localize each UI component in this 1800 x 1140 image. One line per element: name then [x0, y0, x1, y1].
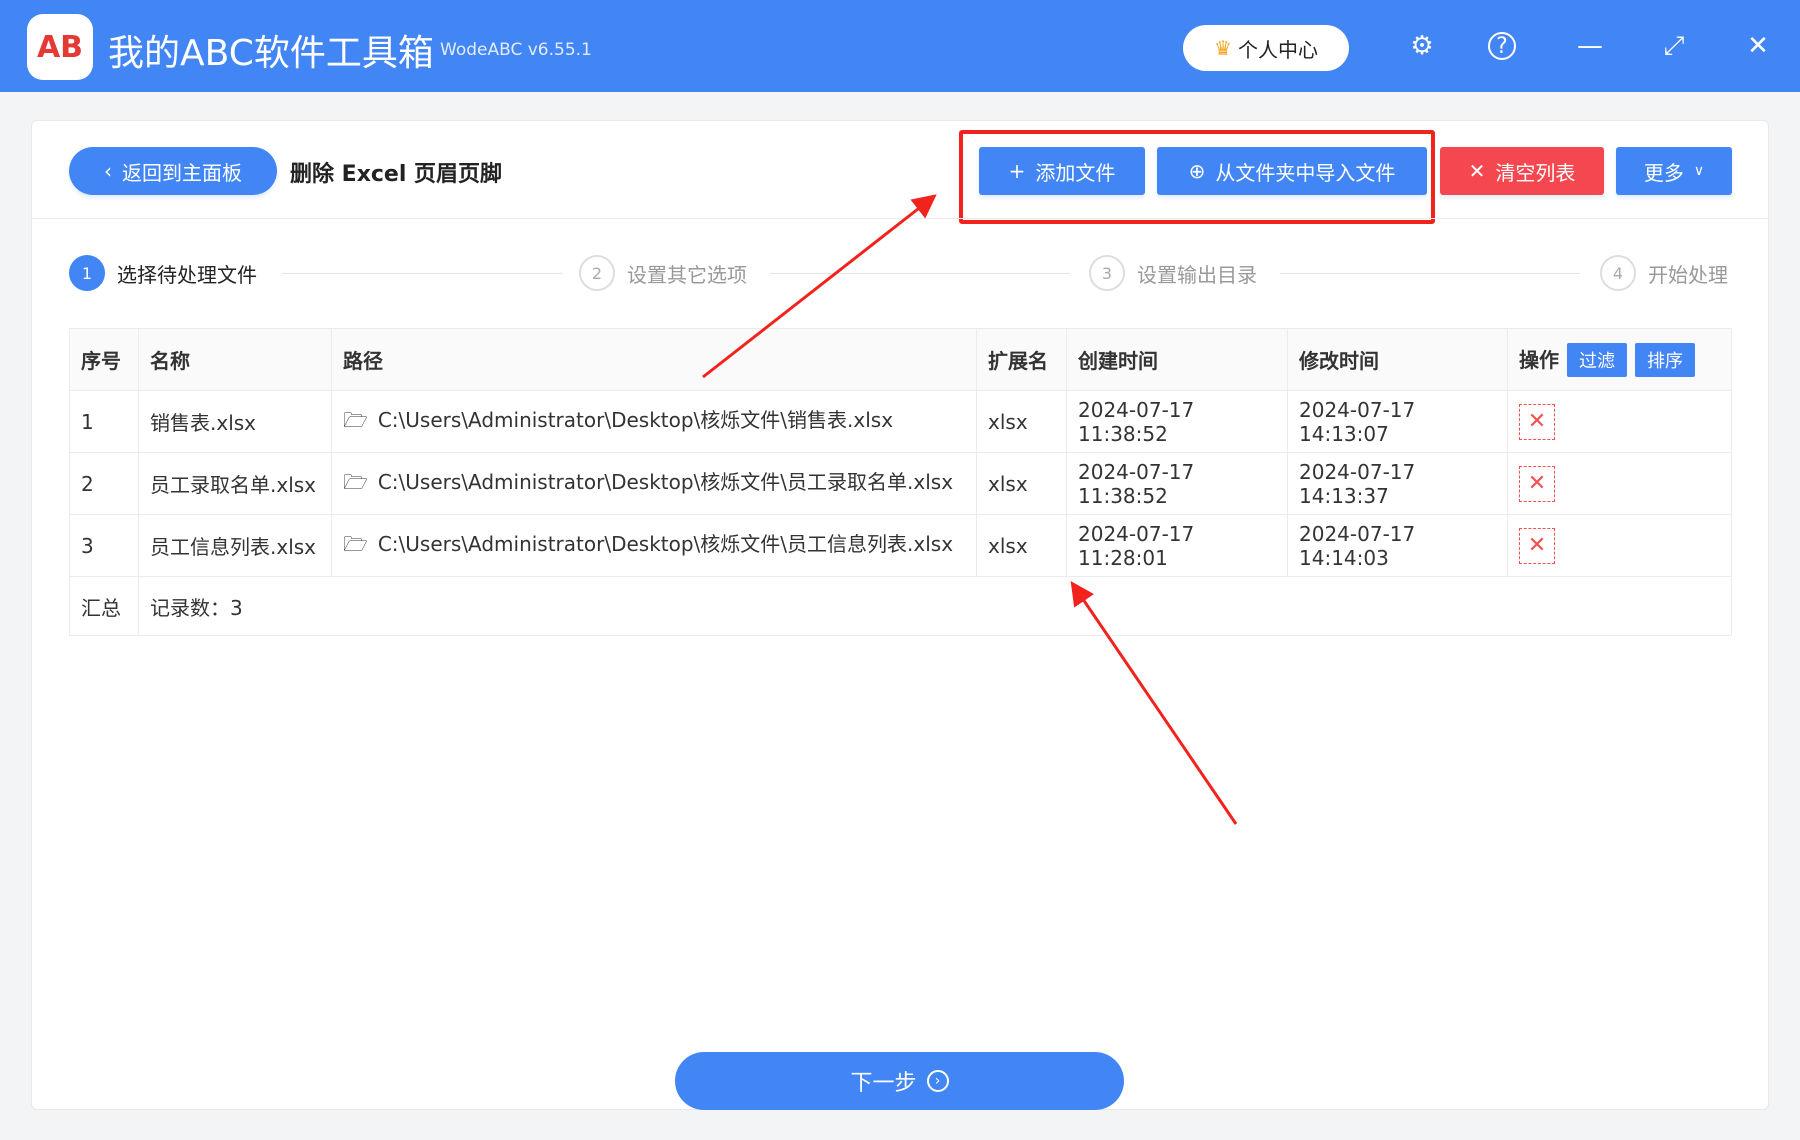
step-4: 4 开始处理 [1600, 255, 1728, 291]
summary-value: 记录数：3 [138, 576, 1732, 636]
cell-name: 员工录取名单.xlsx [138, 452, 332, 515]
step-number: 4 [1600, 255, 1636, 291]
app-version: WodeABC v6.55.1 [440, 40, 592, 60]
col-index: 序号 [69, 328, 139, 391]
cell-modified: 2024-07-17 14:14:03 [1287, 514, 1508, 577]
step-connector [282, 273, 562, 274]
col-modified[interactable]: 修改时间 [1287, 328, 1508, 391]
path-text: C:\Users\Administrator\Desktop\核烁文件\销售表.… [377, 407, 894, 432]
next-label: 下一步 [850, 1071, 917, 1096]
step-number: 3 [1089, 255, 1125, 291]
path-text: C:\Users\Administrator\Desktop\核烁文件\员工信息… [377, 531, 954, 556]
delete-row-icon[interactable]: ✕ [1519, 527, 1555, 564]
cell-path[interactable]: 🗁 C:\Users\Administrator\Desktop\核烁文件\员工信… [331, 514, 977, 577]
x-icon: ✕ [1468, 159, 1486, 183]
table-row[interactable]: 2 员工录取名单.xlsx 🗁 C:\Users\Administrator\De… [69, 452, 1732, 515]
clear-list-label: 清空列表 [1495, 160, 1576, 185]
folder-icon[interactable]: 🗁 [343, 468, 368, 502]
cell-actions: ✕ [1507, 452, 1732, 515]
cell-name: 销售表.xlsx [138, 390, 332, 453]
step-label: 设置其它选项 [627, 262, 747, 287]
step-2: 2 设置其它选项 [579, 255, 747, 291]
cell-index: 1 [69, 390, 139, 453]
user-center-button[interactable]: ♛ 个人中心 [1183, 25, 1349, 71]
folder-icon[interactable]: 🗁 [343, 406, 368, 440]
chevron-down-icon: ∨ [1693, 163, 1705, 179]
cell-created: 2024-07-17 11:28:01 [1066, 514, 1288, 577]
cell-actions: ✕ [1507, 514, 1732, 577]
logo-text: AB [36, 29, 84, 65]
col-path[interactable]: 路径 [331, 328, 977, 391]
col-created[interactable]: 创建时间 [1066, 328, 1288, 391]
cell-ext: xlsx [976, 452, 1067, 515]
step-3: 3 设置输出目录 [1089, 255, 1257, 291]
page-title: 删除 Excel 页眉页脚 [290, 162, 503, 187]
next-step-button[interactable]: 下一步 › [675, 1052, 1124, 1110]
step-1: 1 选择待处理文件 [69, 255, 257, 291]
app-logo: AB [27, 14, 93, 80]
title-bar: AB 我的ABC软件工具箱 WodeABC v6.55.1 ♛ 个人中心 ⚙ ? … [0, 0, 1800, 92]
app-title: 我的ABC软件工具箱 [108, 33, 434, 74]
table-row[interactable]: 1 销售表.xlsx 🗁 C:\Users\Administrator\Deskt… [69, 390, 1732, 453]
cell-ext: xlsx [976, 390, 1067, 453]
table-header: 序号 名称 路径 扩展名 创建时间 修改时间 操作 过滤 排序 [69, 328, 1732, 391]
cell-index: 2 [69, 452, 139, 515]
gear-icon[interactable]: ⚙ [1404, 28, 1440, 64]
crown-icon: ♛ [1214, 36, 1232, 60]
cell-path[interactable]: 🗁 C:\Users\Administrator\Desktop\核烁文件\员工录… [331, 452, 977, 515]
more-button[interactable]: 更多 ∨ [1616, 147, 1732, 195]
close-icon[interactable]: ✕ [1740, 28, 1776, 64]
col-actions: 操作 过滤 排序 [1507, 328, 1732, 391]
filter-button[interactable]: 过滤 [1567, 342, 1627, 377]
cell-created: 2024-07-17 11:38:52 [1066, 390, 1288, 453]
cell-name: 员工信息列表.xlsx [138, 514, 332, 577]
minimize-icon[interactable]: — [1572, 28, 1608, 64]
step-number: 1 [69, 255, 105, 291]
chevron-right-circle-icon: › [926, 1070, 949, 1092]
help-icon[interactable]: ? [1488, 32, 1516, 60]
cell-actions: ✕ [1507, 390, 1732, 453]
sort-button[interactable]: 排序 [1635, 342, 1695, 377]
cell-path[interactable]: 🗁 C:\Users\Administrator\Desktop\核烁文件\销售表… [331, 390, 977, 453]
divider [31, 218, 1769, 219]
col-name[interactable]: 名称 [138, 328, 332, 391]
folder-icon[interactable]: 🗁 [343, 530, 368, 564]
step-connector [770, 273, 1070, 274]
cell-index: 3 [69, 514, 139, 577]
back-to-main-button[interactable]: ‹ 返回到主面板 [69, 147, 277, 195]
summary-row: 汇总 记录数：3 [69, 576, 1732, 636]
more-label: 更多 [1643, 160, 1684, 185]
cell-modified: 2024-07-17 14:13:37 [1287, 452, 1508, 515]
cell-created: 2024-07-17 11:38:52 [1066, 452, 1288, 515]
step-label: 设置输出目录 [1137, 262, 1257, 287]
cell-ext: xlsx [976, 514, 1067, 577]
actions-label: 操作 [1519, 347, 1559, 372]
path-text: C:\Users\Administrator\Desktop\核烁文件\员工录取… [377, 469, 954, 494]
table-row[interactable]: 3 员工信息列表.xlsx 🗁 C:\Users\Administrator\De… [69, 514, 1732, 577]
maximize-icon[interactable]: ⤢ [1656, 28, 1692, 64]
chevron-left-icon: ‹ [104, 159, 112, 183]
col-ext[interactable]: 扩展名 [976, 328, 1067, 391]
step-label: 选择待处理文件 [117, 262, 257, 287]
user-center-label: 个人中心 [1237, 37, 1318, 62]
step-number: 2 [579, 255, 615, 291]
file-table: 序号 名称 路径 扩展名 创建时间 修改时间 操作 过滤 排序 1 销售表.xlsx… [69, 328, 1732, 636]
summary-label: 汇总 [69, 576, 139, 636]
step-connector [1280, 273, 1580, 274]
delete-row-icon[interactable]: ✕ [1519, 403, 1555, 440]
step-label: 开始处理 [1648, 262, 1728, 287]
clear-list-button[interactable]: ✕ 清空列表 [1440, 147, 1604, 195]
delete-row-icon[interactable]: ✕ [1519, 465, 1555, 502]
cell-modified: 2024-07-17 14:13:07 [1287, 390, 1508, 453]
highlight-box [959, 130, 1435, 224]
back-label: 返回到主面板 [122, 160, 242, 185]
